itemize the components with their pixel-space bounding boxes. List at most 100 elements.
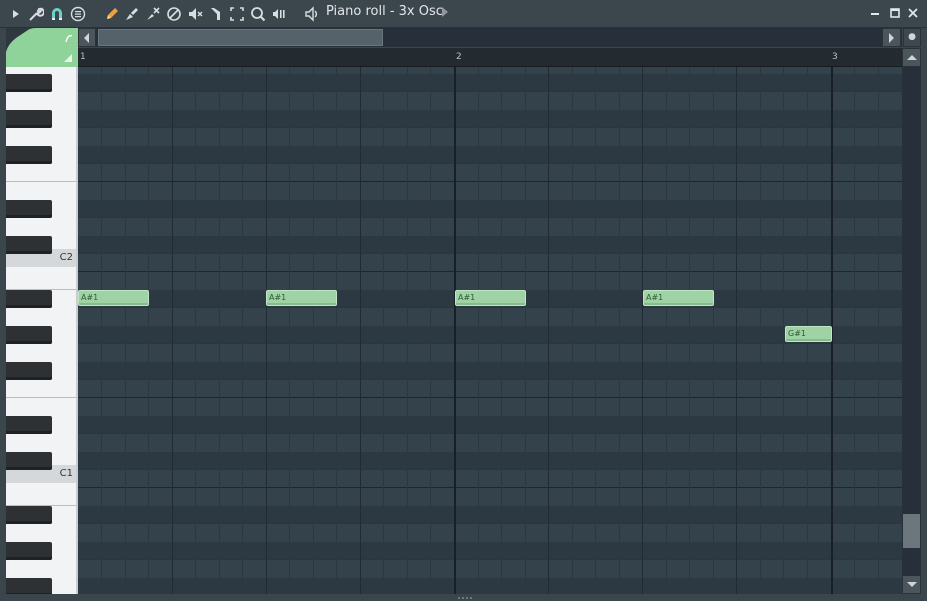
key-label-c2: C2 <box>59 252 73 263</box>
note-grid[interactable]: A#1 A#1 A#1 A#1 G#1 <box>78 67 902 594</box>
resize-grip[interactable] <box>458 597 472 599</box>
pattern-menu-icon[interactable] <box>69 5 87 23</box>
grid-step-line <box>219 67 220 594</box>
piano-black-key[interactable] <box>6 200 52 218</box>
chevron-left-icon <box>84 33 89 43</box>
piano-black-key[interactable] <box>6 578 52 594</box>
grid-beat-line <box>360 67 361 594</box>
grid-step-line <box>854 67 855 594</box>
grid-row-black <box>78 362 902 380</box>
piano-black-key[interactable] <box>6 110 52 128</box>
note-label: A#1 <box>458 293 476 302</box>
grid-step-line <box>478 67 479 594</box>
close-icon[interactable] <box>906 6 920 20</box>
grid-octave-line <box>78 271 902 272</box>
title-arrow-icon[interactable] <box>442 7 448 17</box>
scroll-up-button[interactable] <box>902 48 921 67</box>
grid-step-line <box>713 67 714 594</box>
note-label: A#1 <box>81 293 99 302</box>
piano-black-key[interactable] <box>6 452 52 470</box>
speaker-icon[interactable] <box>303 5 321 23</box>
piano-black-key[interactable] <box>6 146 52 164</box>
zoom-icon[interactable] <box>249 5 267 23</box>
grid-step-line <box>148 67 149 594</box>
mute-icon[interactable] <box>165 5 183 23</box>
grid-beat-line <box>736 67 737 594</box>
grid-step-line <box>501 67 502 594</box>
maximize-icon[interactable] <box>888 6 902 20</box>
note[interactable]: A#1 <box>266 290 337 306</box>
grid-row-line <box>78 523 902 524</box>
piano-black-key[interactable] <box>6 416 52 434</box>
grid-step-line <box>289 67 290 594</box>
note-label: A#1 <box>646 293 664 302</box>
piano-black-key[interactable] <box>6 290 52 308</box>
grid-row-line <box>78 163 902 164</box>
grid-step-line <box>525 67 526 594</box>
grid-step-line <box>336 67 337 594</box>
grid-step-line <box>760 67 761 594</box>
grid-step-line <box>619 67 620 594</box>
grid-row-black <box>78 110 902 128</box>
grid-step-line <box>125 67 126 594</box>
options-button[interactable]: ● <box>903 28 921 47</box>
pencil-icon[interactable] <box>103 5 121 23</box>
grid-row-black <box>78 542 902 560</box>
grid-beat-line <box>172 67 173 594</box>
scroll-down-button[interactable] <box>902 575 921 594</box>
playback-icon[interactable] <box>270 5 288 23</box>
grid-row-line <box>78 469 902 470</box>
grid-row-black <box>78 416 902 434</box>
grid-row-line <box>78 379 902 380</box>
bar-number: 2 <box>456 52 462 62</box>
title-bar: Piano roll - 3x Osc <box>0 0 927 28</box>
grid-row-line <box>78 91 902 92</box>
piano-black-key[interactable] <box>6 236 52 254</box>
grid-step-line <box>666 67 667 594</box>
note[interactable]: G#1 <box>785 326 832 342</box>
grid-octave-line <box>78 487 902 488</box>
piano-roll-window: Piano roll - 3x Osc ● 1 2 3 C2 C1 A#1 A#… <box>0 0 927 601</box>
window-title[interactable]: Piano roll - 3x Osc <box>326 4 443 19</box>
vertical-scroll-thumb[interactable] <box>903 514 920 548</box>
piano-keyboard[interactable]: C2 C1 <box>6 67 78 594</box>
chevron-right-icon <box>889 33 894 43</box>
chevron-up-icon <box>907 55 917 60</box>
grid-step-line <box>313 67 314 594</box>
scroll-left-button[interactable] <box>78 28 96 47</box>
grid-row-black <box>78 326 902 344</box>
magnet-icon[interactable] <box>48 5 66 23</box>
piano-black-key[interactable] <box>6 326 52 344</box>
target-control-tab[interactable] <box>6 28 78 67</box>
horizontal-scroll-thumb[interactable] <box>98 29 383 46</box>
grid-row-line <box>78 127 902 128</box>
minimize-icon[interactable] <box>868 6 882 20</box>
timeline-ruler[interactable]: 1 2 3 <box>78 48 902 67</box>
slice-icon[interactable] <box>207 5 225 23</box>
speaker-mute-icon[interactable] <box>186 5 204 23</box>
note[interactable]: A#1 <box>455 290 526 306</box>
delete-icon[interactable] <box>144 5 162 23</box>
grid-step-line <box>430 67 431 594</box>
key-separator <box>6 181 76 182</box>
scroll-right-button[interactable] <box>882 28 901 47</box>
piano-black-key[interactable] <box>6 74 52 92</box>
grid-row-line <box>78 559 902 560</box>
grid-row-black <box>78 236 902 254</box>
wrench-icon[interactable] <box>27 5 45 23</box>
menu-arrow-icon[interactable] <box>7 5 25 23</box>
piano-black-key[interactable] <box>6 506 52 524</box>
grid-row-black <box>78 578 902 594</box>
paint-brush-icon[interactable] <box>123 5 141 23</box>
note[interactable]: A#1 <box>643 290 714 306</box>
grid-beat-line <box>642 67 643 594</box>
bar-number: 3 <box>832 52 838 62</box>
grid-row-black <box>78 452 902 470</box>
piano-black-key[interactable] <box>6 362 52 380</box>
piano-black-key[interactable] <box>6 542 52 560</box>
key-label-c1: C1 <box>59 468 73 479</box>
grid-row-black <box>78 506 902 524</box>
select-icon[interactable] <box>228 5 246 23</box>
note[interactable]: A#1 <box>78 290 149 306</box>
vertical-scrollbar[interactable] <box>902 48 921 594</box>
